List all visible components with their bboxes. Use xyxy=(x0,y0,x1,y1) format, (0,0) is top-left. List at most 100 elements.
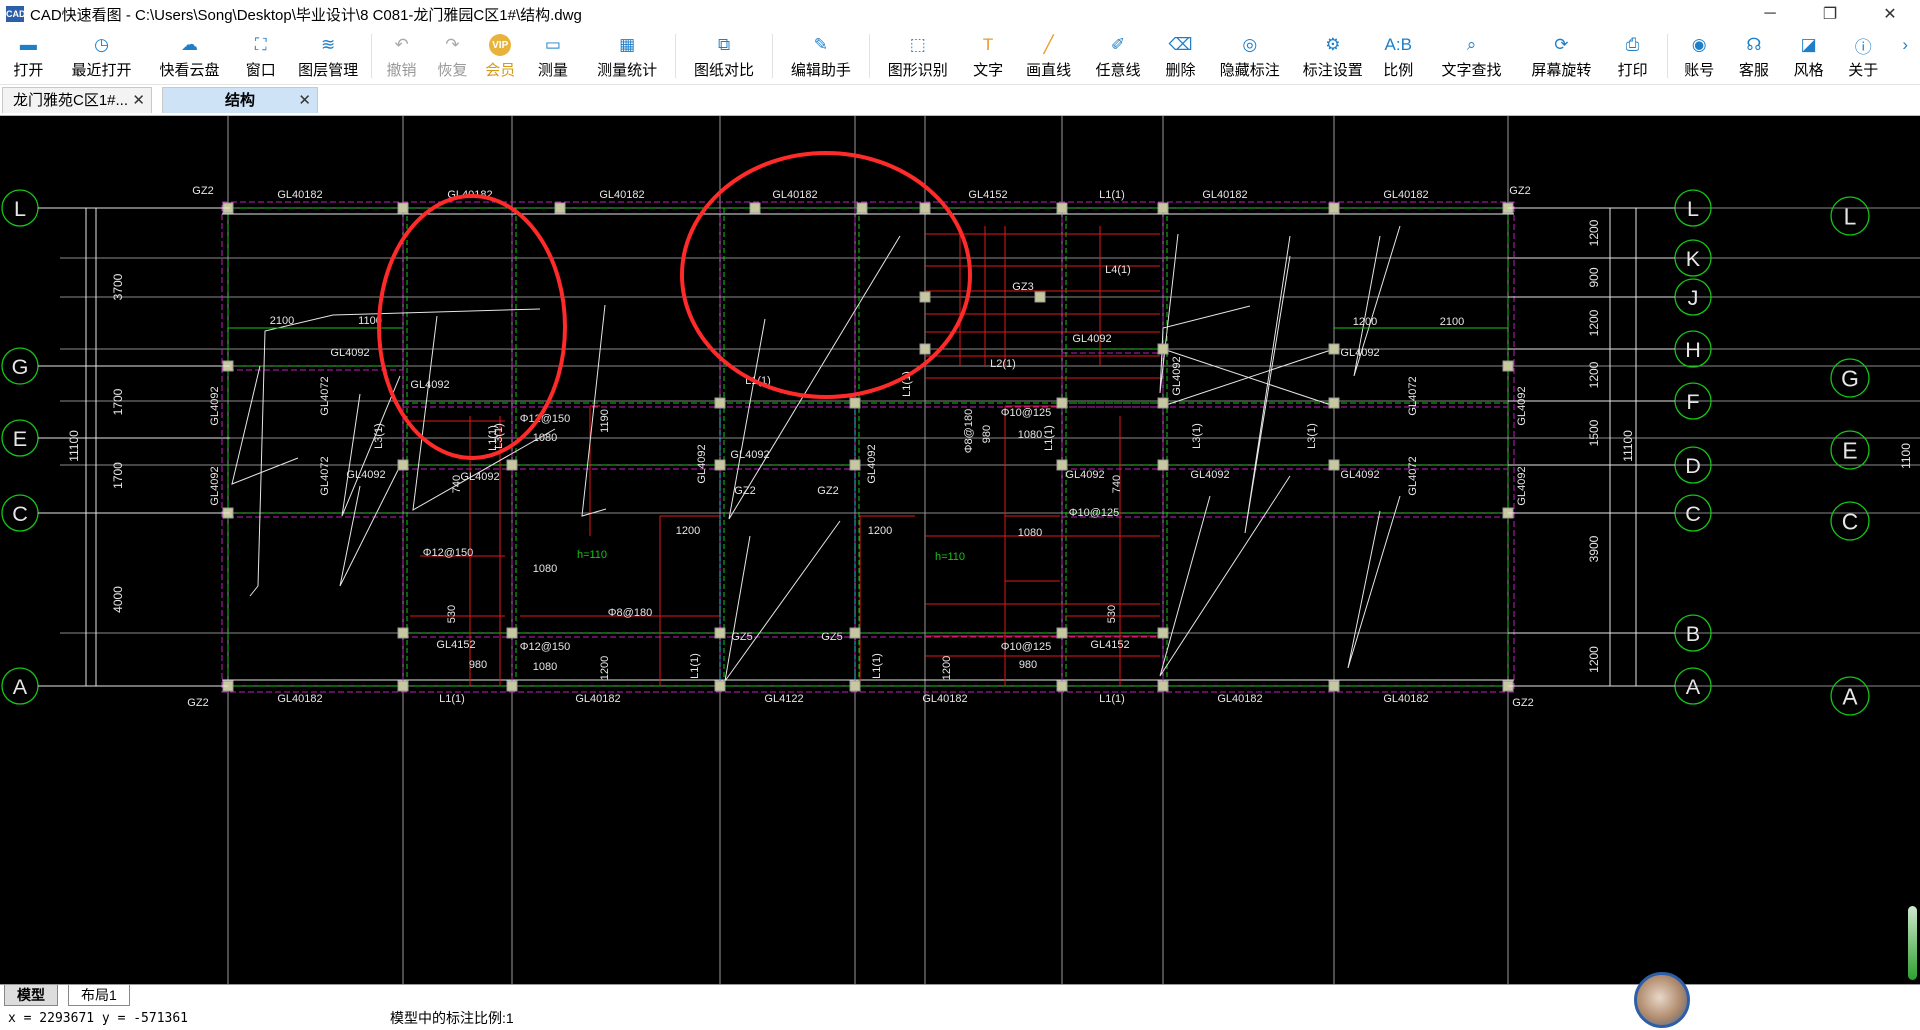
column xyxy=(506,627,518,639)
toolbar-button-text-search[interactable]: ⌕ 文字查找 xyxy=(1423,28,1521,84)
maximize-button[interactable]: ❐ xyxy=(1800,0,1860,28)
structural-label: 1190 xyxy=(599,409,611,433)
eraser-icon: ⌫ xyxy=(1168,35,1193,54)
slab-sketch xyxy=(1347,495,1401,669)
layers-icon: ≋ xyxy=(321,35,336,54)
tab-longmen-yayuan[interactable]: 龙门雅苑C区1#... ✕ xyxy=(2,87,152,113)
undo-icon: ↶ xyxy=(394,35,409,54)
column xyxy=(749,202,761,214)
toolbar-button-hide-annotation[interactable]: ◎ 隐藏标注 xyxy=(1208,28,1292,84)
column xyxy=(1328,202,1340,214)
column xyxy=(397,680,409,692)
structural-label: 1200 xyxy=(676,525,700,537)
column xyxy=(1157,343,1169,355)
column xyxy=(1056,627,1068,639)
cloud-icon: ☁ xyxy=(180,35,198,54)
column xyxy=(919,291,931,303)
toolbar-button-printer[interactable]: ⎙ 打印 xyxy=(1602,28,1663,84)
structural-label: 980 xyxy=(981,425,993,443)
toolbar-button-pen[interactable]: ✐ 任意线 xyxy=(1083,28,1153,84)
dimension-text: 3900 xyxy=(1587,535,1601,562)
zoom-slider[interactable] xyxy=(1908,906,1917,980)
close-tab-icon[interactable]: ✕ xyxy=(132,88,145,114)
toolbar-button-rotate-screen[interactable]: ⟳ 屏幕旋转 xyxy=(1520,28,1602,84)
structural-label: L1(1) xyxy=(1043,425,1055,451)
beam-label: GL4152 xyxy=(968,189,1007,201)
dimension-text: 1200 xyxy=(1353,316,1377,328)
line-icon: ╱ xyxy=(1043,35,1054,54)
toolbar-button-ruler[interactable]: ▭ 测量 xyxy=(523,28,584,84)
toolbar-button-style[interactable]: ◪ 风格 xyxy=(1781,28,1836,84)
ruler-icon: ▭ xyxy=(544,35,561,54)
beam-label: GL40182 xyxy=(1202,189,1247,201)
slab-sketch xyxy=(1159,475,1291,677)
column xyxy=(1056,397,1068,409)
dimension-text: 4000 xyxy=(111,586,125,613)
toolbar-button-clock[interactable]: ◷ 最近打开 xyxy=(57,28,147,84)
structural-label: GL4092 xyxy=(1072,333,1111,345)
toolbar-button-edit-assistant[interactable]: ✎ 编辑助手 xyxy=(777,28,865,84)
toolbar-button-info[interactable]: ⓘ 关于 xyxy=(1836,28,1891,84)
cad-drawing[interactable]: GL40182 GL40182 GL40182 GL40182 GL4152 L1(1) G… xyxy=(0,116,1920,984)
close-tab-icon[interactable]: ✕ xyxy=(298,88,311,114)
toolbar-button-compare[interactable]: ⧉ 图纸对比 xyxy=(680,28,768,84)
structural-label: Φ12@150 xyxy=(520,413,571,425)
toolbar-button-shape-recognition[interactable]: ⬚ 图形识别 xyxy=(874,28,962,84)
column xyxy=(1157,680,1169,692)
cursor-coordinates: x = 2293671 y = -571361 xyxy=(8,1011,189,1026)
structural-label: GL4072 xyxy=(1407,456,1419,495)
redo-icon: ↷ xyxy=(445,35,460,54)
structural-label: GL4092 xyxy=(1065,469,1104,481)
toolbar-button-cloud[interactable]: ☁ 快看云盘 xyxy=(146,28,232,84)
structural-label: 1200 xyxy=(941,656,953,680)
toolbar-button-label: 会员 xyxy=(485,62,516,79)
layout-tab-layout1[interactable]: 布局1 xyxy=(68,985,130,1006)
toolbar-button-line[interactable]: ╱ 画直线 xyxy=(1014,28,1082,84)
column xyxy=(1502,360,1514,372)
structural-label: GL4092 xyxy=(1340,347,1379,359)
minimize-button[interactable]: ─ xyxy=(1740,0,1800,28)
toolbar-button-measure-stats[interactable]: ▦ 测量统计 xyxy=(583,28,671,84)
structural-label: GL4092 xyxy=(410,379,449,391)
toolbar-button-layers[interactable]: ≋ 图层管理 xyxy=(289,28,367,84)
toolbar-overflow-button[interactable]: › xyxy=(1891,28,1920,84)
close-window-button[interactable]: ✕ xyxy=(1860,0,1920,28)
structural-label: GL4092 xyxy=(1516,386,1528,425)
annotation-settings-icon: ⚙ xyxy=(1325,35,1341,54)
axis-bubble-label: L xyxy=(14,196,26,221)
hide-annotation-icon: ◎ xyxy=(1242,35,1258,54)
column xyxy=(1034,291,1046,303)
toolbar-button-window[interactable]: ⛶ 窗口 xyxy=(232,28,289,84)
toolbar-button-folder[interactable]: ▬ 打开 xyxy=(0,28,57,84)
toolbar-button-eraser[interactable]: ⌫ 删除 xyxy=(1153,28,1208,84)
toolbar-button-annotation-settings[interactable]: ⚙ 标注设置 xyxy=(1292,28,1374,84)
vip-icon: VIP xyxy=(489,34,512,56)
dimension-text: 1200 xyxy=(1587,309,1601,336)
app-logo-icon: CAD xyxy=(6,6,26,22)
toolbar-button-scale[interactable]: A:B 比例 xyxy=(1374,28,1423,84)
structural-label: GL4072 xyxy=(1407,376,1419,415)
dimension-text: 1700 xyxy=(111,462,125,489)
toolbar-separator xyxy=(675,34,677,78)
structural-label: L1(1) xyxy=(487,425,499,451)
toolbar-separator xyxy=(371,34,373,78)
column xyxy=(856,202,868,214)
drawing-canvas[interactable]: GL40182 GL40182 GL40182 GL40182 GL4152 L1(1) G… xyxy=(0,116,1920,984)
toolbar-button-label: 文字查找 xyxy=(1441,62,1502,79)
toolbar-button-vip[interactable]: VIP 会员 xyxy=(478,28,523,84)
user-avatar[interactable] xyxy=(1634,972,1690,1028)
tab-structure[interactable]: 结构 ✕ xyxy=(162,87,318,113)
toolbar-button-text[interactable]: T 文字 xyxy=(962,28,1015,84)
structural-label: 1080 xyxy=(533,432,557,444)
shape-recognition-icon: ⬚ xyxy=(909,35,926,54)
toolbar-button-headset[interactable]: ☊ 客服 xyxy=(1727,28,1782,84)
structural-label: GL4092 xyxy=(330,347,369,359)
toolbar-button-account[interactable]: ◉ 账号 xyxy=(1672,28,1727,84)
toolbar-button-label: 图形识别 xyxy=(887,62,948,79)
column xyxy=(1056,680,1068,692)
toolbar-button-label: 图层管理 xyxy=(298,62,359,79)
layout-tab-model[interactable]: 模型 xyxy=(4,985,58,1006)
toolbar-button-label: 打开 xyxy=(13,62,44,79)
column xyxy=(714,397,726,409)
printer-icon: ⎙ xyxy=(1625,35,1640,54)
